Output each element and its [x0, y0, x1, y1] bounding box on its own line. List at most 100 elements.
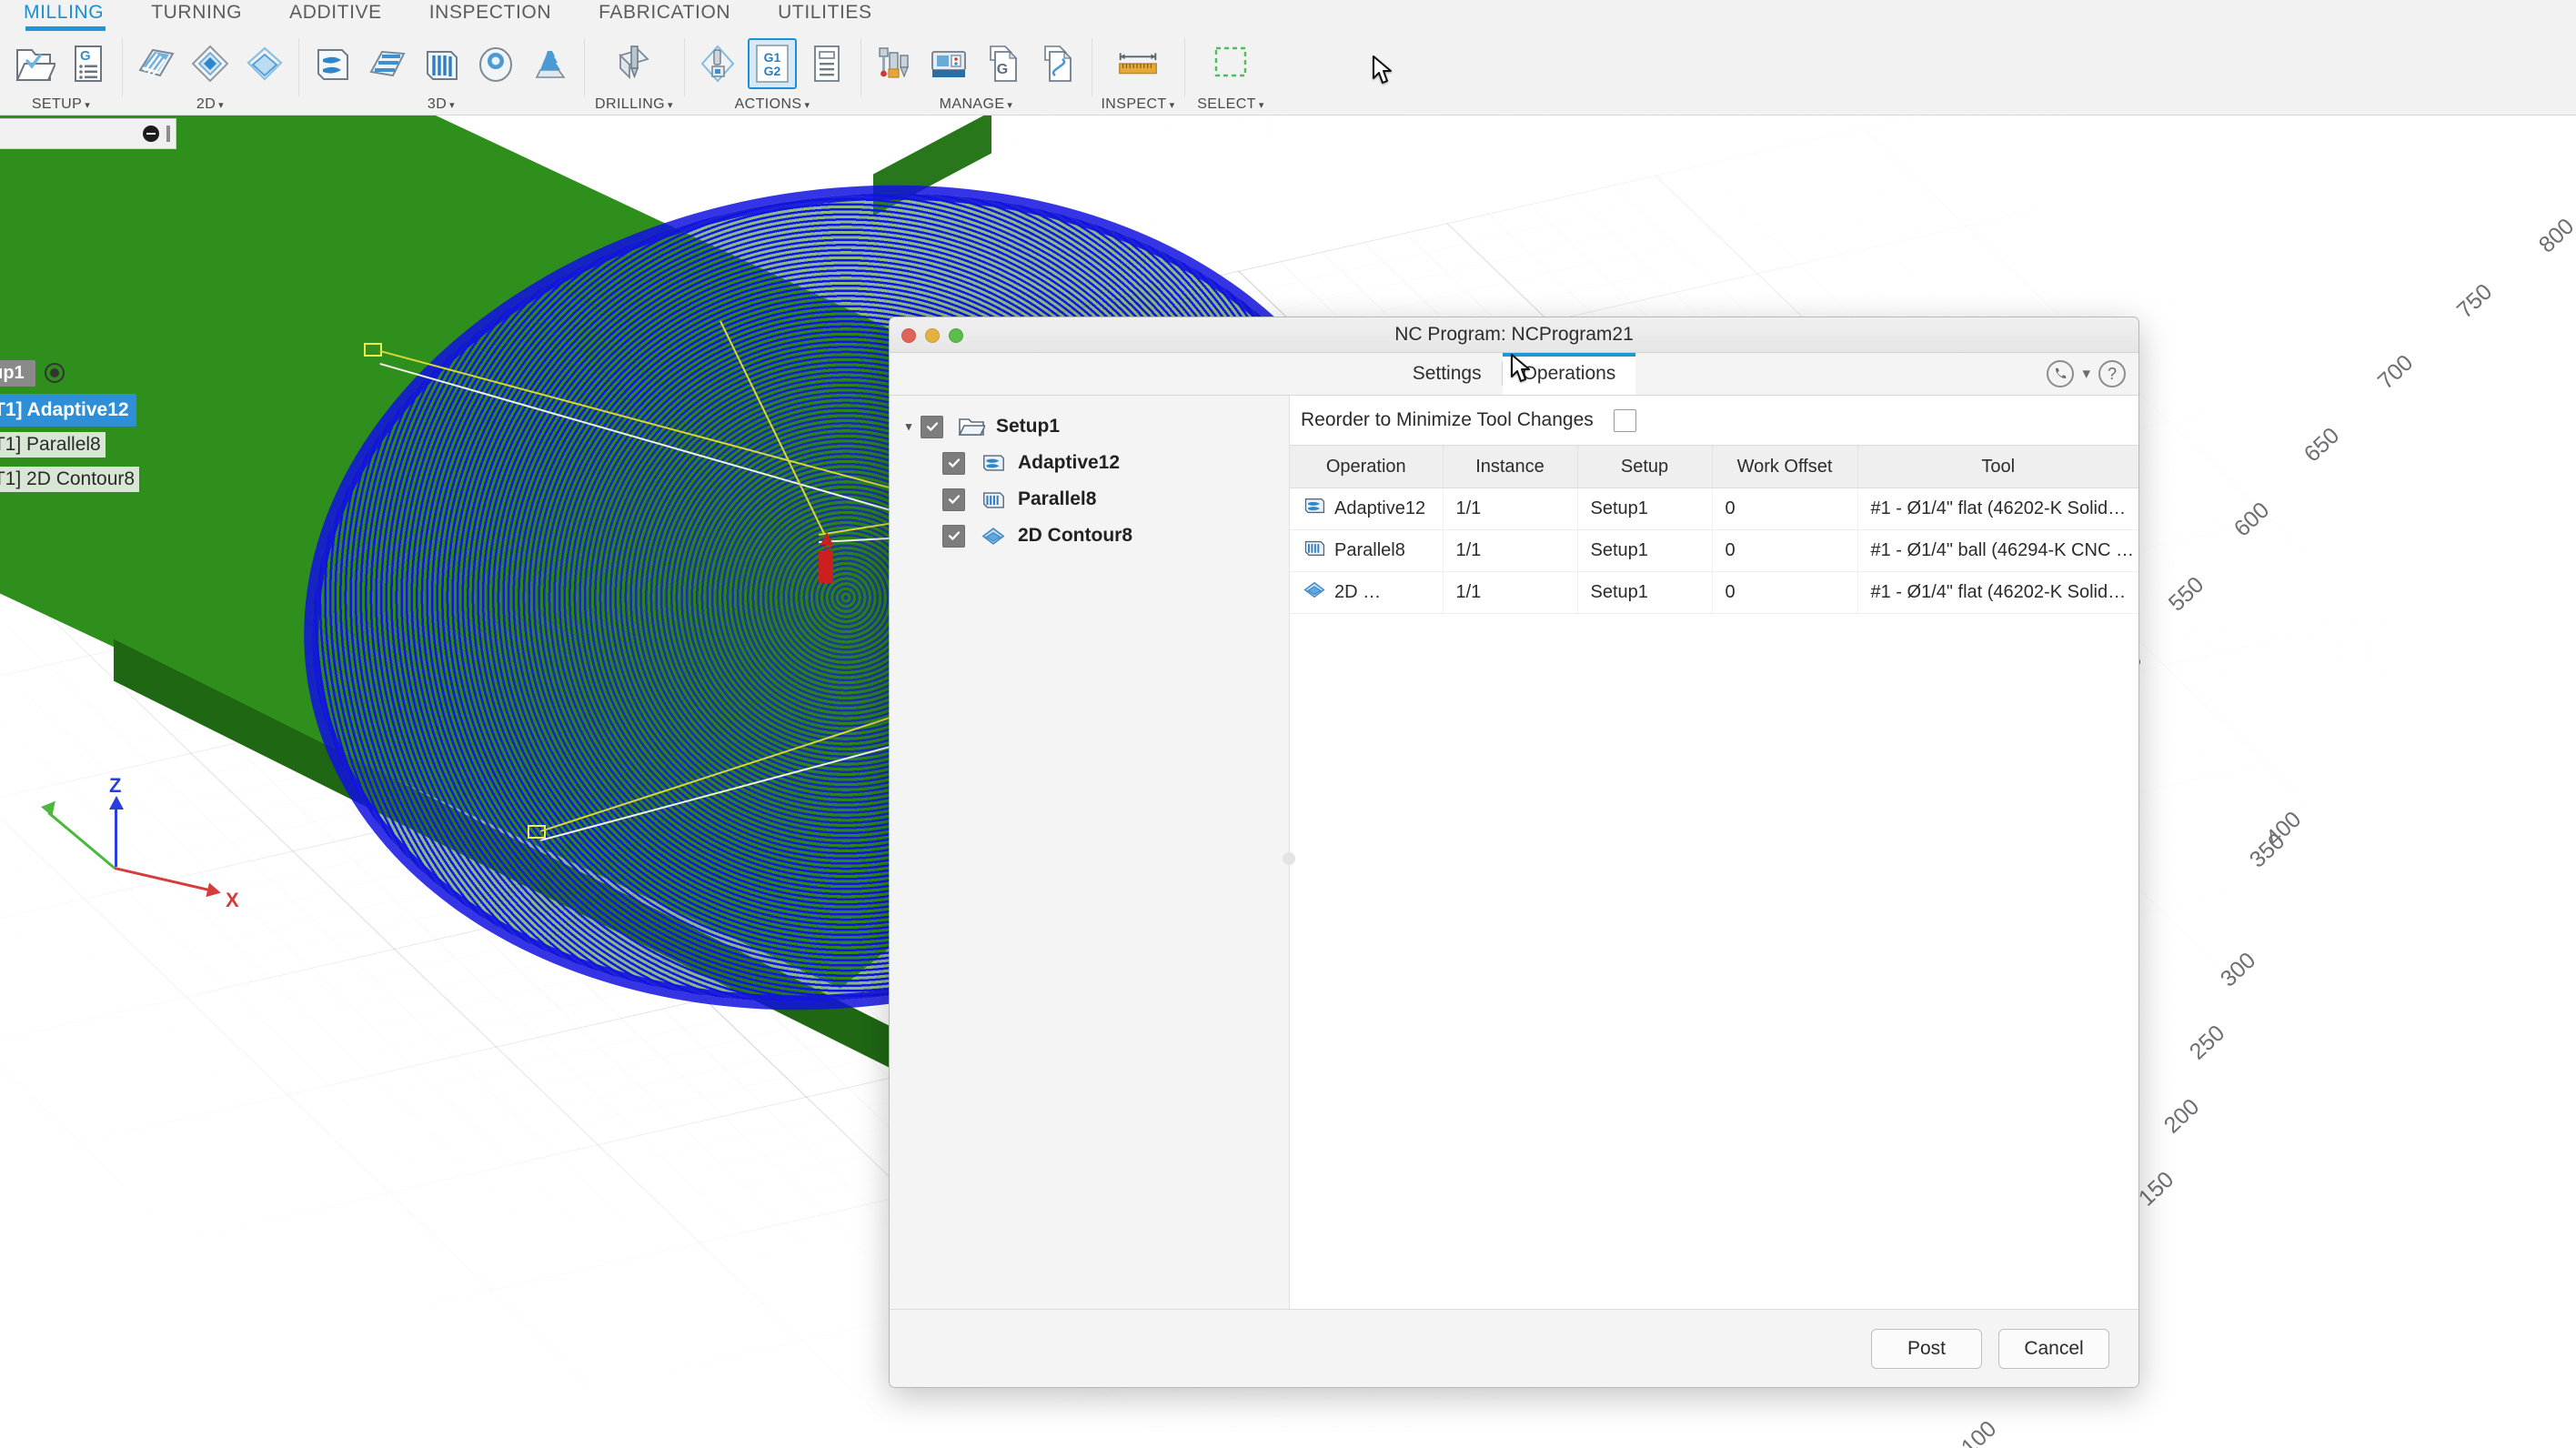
- column-header-operation[interactable]: Operation: [1290, 445, 1444, 488]
- ribbon-tab-fabrication[interactable]: FABRICATION: [575, 0, 754, 24]
- chevron-down-icon[interactable]: ▾: [1007, 100, 1012, 111]
- reorder-tool-changes-row[interactable]: Reorder to Minimize Tool Changes: [1290, 396, 2138, 445]
- post-library-icon[interactable]: G: [979, 38, 1028, 89]
- browser-panel-header[interactable]: [0, 118, 176, 149]
- browser-row-setup1[interactable]: Setup1: [0, 357, 176, 389]
- dialog-tab-bar[interactable]: Settings Operations ▾ ?: [890, 353, 2138, 396]
- chevron-down-icon[interactable]: ▾: [668, 100, 673, 111]
- checkbox-parallel8[interactable]: [942, 488, 965, 511]
- manual-nc-icon[interactable]: [802, 38, 851, 89]
- ribbon-panel-title[interactable]: SETUP ▾: [32, 96, 90, 113]
- ribbon-tab-inspection[interactable]: INSPECTION: [406, 0, 575, 24]
- ribbon-tab-utilities[interactable]: UTILITIES: [754, 0, 895, 24]
- minimize-window-button[interactable]: [925, 328, 940, 343]
- g-code-list-icon[interactable]: G: [64, 38, 113, 89]
- dialog-tree-parallel8[interactable]: Parallel8: [890, 481, 1289, 518]
- dialog-titlebar[interactable]: NC Program: NCProgram21: [890, 317, 2138, 353]
- probe-action-icon[interactable]: [693, 38, 742, 89]
- parallel-3d-icon[interactable]: [417, 38, 466, 89]
- g1-g2-icon[interactable]: G1 G2: [748, 38, 797, 89]
- select-marquee-icon[interactable]: [1206, 38, 1255, 89]
- drag-grip-icon[interactable]: [166, 126, 170, 142]
- contour-2d-icon[interactable]: [240, 38, 289, 89]
- tab-operations[interactable]: Operations: [1502, 353, 1636, 395]
- browser-tree[interactable]: ed v1 mm Views odels grams tups Setup1: [0, 156, 176, 497]
- drill-icon[interactable]: [609, 38, 659, 89]
- ribbon-tab-turning[interactable]: TURNING: [127, 0, 266, 24]
- reorder-checkbox[interactable]: [1613, 408, 1636, 432]
- chevron-down-icon[interactable]: ▾: [449, 100, 455, 111]
- template-library-icon[interactable]: [1033, 38, 1082, 89]
- ribbon-panel-title[interactable]: 3D ▾: [428, 96, 455, 113]
- ribbon-tab-bar[interactable]: MILLING TURNING ADDITIVE INSPECTION FABR…: [0, 0, 896, 31]
- checkbox-2d-contour8[interactable]: [942, 524, 965, 548]
- table-row[interactable]: Parallel8 1/1 Setup1 0 #1 - Ø1/4" ball (…: [1290, 529, 2138, 572]
- ribbon-panel-title[interactable]: 2D ▾: [196, 96, 224, 113]
- checkbox-adaptive12[interactable]: [942, 451, 965, 475]
- column-header-tool[interactable]: Tool: [1857, 445, 2138, 488]
- nc-program-dialog[interactable]: NC Program: NCProgram21 Settings Operati…: [889, 317, 2139, 1388]
- collapse-minus-icon[interactable]: [143, 126, 159, 142]
- dialog-tree-adaptive12[interactable]: Adaptive12: [890, 445, 1289, 481]
- browser-operation-adaptive12[interactable]: [T1] Adaptive12: [0, 393, 176, 427]
- splitter-handle[interactable]: [1283, 852, 1295, 865]
- checkbox-setup1[interactable]: [921, 415, 943, 438]
- dialog-tree-2d-contour8[interactable]: 2D Contour8: [890, 518, 1289, 554]
- column-header-instance[interactable]: Instance: [1443, 445, 1578, 488]
- help-question-icon[interactable]: ?: [2098, 360, 2126, 387]
- chevron-down-icon[interactable]: ▾: [1259, 100, 1264, 111]
- machine-library-icon[interactable]: [924, 38, 973, 89]
- ribbon-panel-title[interactable]: SELECT ▾: [1197, 96, 1264, 113]
- column-header-work-offset[interactable]: Work Offset: [1712, 445, 1858, 488]
- ribbon-panel-title[interactable]: ACTIONS ▾: [735, 96, 810, 113]
- origin-target-icon[interactable]: [44, 363, 65, 383]
- setup-folder-icon[interactable]: [9, 38, 58, 89]
- browser-row-nc-programs[interactable]: grams: [0, 287, 176, 320]
- post-button[interactable]: Post: [1871, 1328, 1982, 1369]
- ribbon-tab-milling[interactable]: MILLING: [0, 0, 127, 24]
- browser-operation-2d-contour8[interactable]: [T1] 2D Contour8: [0, 462, 176, 497]
- dialog-operation-tree[interactable]: ▾ Setup1 Adaptive12 Parallel8 2D Contour…: [890, 396, 1295, 1309]
- ribbon-panel-title[interactable]: INSPECT ▾: [1101, 96, 1174, 113]
- chevron-down-icon[interactable]: ▾: [805, 100, 810, 111]
- browser-row-units[interactable]: mm: [0, 189, 176, 222]
- cell-operation: 2D …: [1290, 571, 1444, 614]
- cancel-button[interactable]: Cancel: [1998, 1328, 2109, 1369]
- dialog-header-actions[interactable]: ▾ ?: [2047, 353, 2126, 395]
- face-icon[interactable]: [131, 38, 180, 89]
- scallop-3d-icon[interactable]: [471, 38, 520, 89]
- browser-panel[interactable]: ed v1 mm Views odels grams tups Setup1: [0, 118, 176, 497]
- ribbon-tab-additive[interactable]: ADDITIVE: [266, 0, 406, 24]
- horizontal-3d-icon[interactable]: [362, 38, 411, 89]
- panel-title-text: MANAGE: [939, 96, 1005, 112]
- chevron-down-icon[interactable]: ▾: [218, 100, 224, 111]
- chevron-down-icon[interactable]: ▾: [2082, 365, 2090, 383]
- ribbon-panels[interactable]: G SETUP ▾ 2D ▾ 3D ▾ DRILLING ▾ G1 G2 ACT…: [0, 33, 1277, 115]
- dialog-tree-setup1[interactable]: ▾ Setup1: [890, 408, 1289, 445]
- browser-row-models[interactable]: odels: [0, 255, 176, 287]
- browser-row-named-views[interactable]: Views: [0, 222, 176, 255]
- browser-row-document[interactable]: ed v1: [0, 156, 176, 189]
- tool-library-icon[interactable]: [870, 38, 919, 89]
- ribbon-panel-title[interactable]: DRILLING ▾: [595, 96, 673, 113]
- browser-operation-parallel8[interactable]: [T1] Parallel8: [0, 427, 176, 462]
- close-window-button[interactable]: [901, 328, 916, 343]
- browser-row-setups[interactable]: tups: [0, 320, 176, 353]
- adaptive-3d-icon[interactable]: [307, 38, 357, 89]
- column-header-setup[interactable]: Setup: [1577, 445, 1713, 488]
- pocket-2d-icon[interactable]: [186, 38, 235, 89]
- table-row[interactable]: Adaptive12 1/1 Setup1 0 #1 - Ø1/4" flat …: [1290, 488, 2138, 530]
- zoom-window-button[interactable]: [949, 328, 963, 343]
- chevron-down-icon[interactable]: ▾: [1170, 100, 1175, 111]
- operations-table[interactable]: Operation Instance Setup Work Offset Too…: [1290, 445, 2138, 614]
- spiral-3d-icon[interactable]: [526, 38, 575, 89]
- measure-ruler-icon[interactable]: [1113, 38, 1162, 89]
- chevron-down-icon[interactable]: ▾: [85, 100, 90, 111]
- window-controls[interactable]: [901, 328, 963, 343]
- ribbon-toolbar[interactable]: MILLING TURNING ADDITIVE INSPECTION FABR…: [0, 0, 2576, 116]
- table-row[interactable]: 2D … 1/1 Setup1 0 #1 - Ø1/4" flat (46202…: [1290, 571, 2138, 614]
- support-phone-icon[interactable]: [2047, 360, 2075, 387]
- chevron-down-icon[interactable]: ▾: [897, 419, 921, 434]
- tab-settings[interactable]: Settings: [1393, 353, 1502, 395]
- ribbon-panel-title[interactable]: MANAGE ▾: [940, 96, 1013, 113]
